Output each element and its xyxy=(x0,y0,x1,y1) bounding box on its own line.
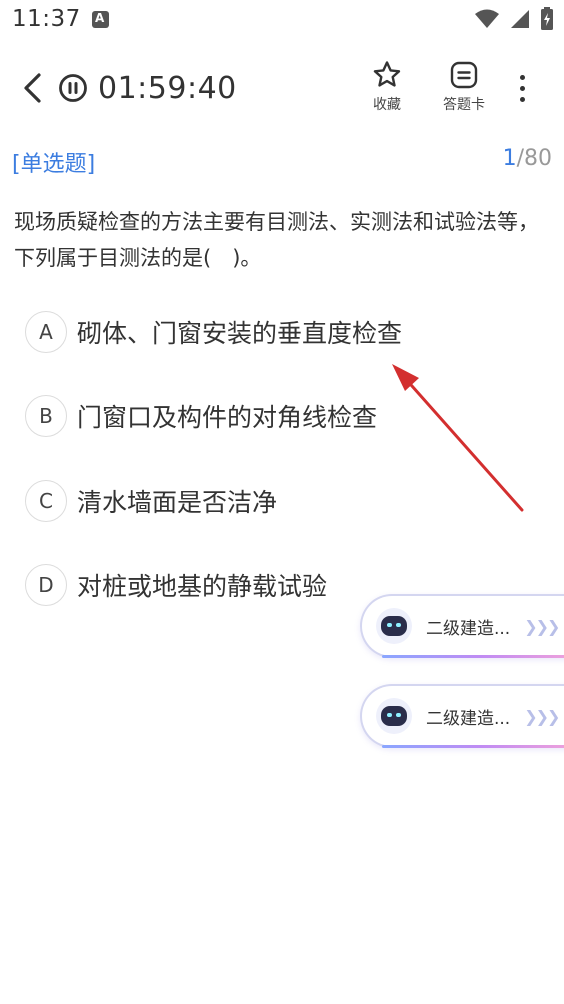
back-button[interactable] xyxy=(14,70,50,106)
option-b[interactable]: B 门窗口及构件的对角线检查 xyxy=(25,395,377,437)
chevrons-right-icon: ❯❯❯ xyxy=(524,706,560,726)
answer-card-icon xyxy=(450,61,478,89)
back-arrow-icon xyxy=(24,73,41,103)
total-count: /80 xyxy=(516,146,552,171)
assistant-pill[interactable]: 二级建造... ❯❯❯ xyxy=(360,684,564,748)
option-letter: D xyxy=(25,564,67,606)
robot-avatar-icon xyxy=(376,698,412,734)
exam-page: 11:37 A 01:59:40 收藏 答题卡 [单选题] 1/80 现场质疑检… xyxy=(0,0,564,1004)
battery-icon xyxy=(541,7,553,30)
answer-card-label: 答题卡 xyxy=(443,97,485,113)
option-text: 清水墙面是否洁净 xyxy=(77,488,278,517)
star-icon xyxy=(373,61,401,87)
assistant-pill-label: 二级建造... xyxy=(426,618,511,639)
option-letter: B xyxy=(25,395,67,437)
answer-card-button[interactable]: 答题卡 xyxy=(429,60,499,114)
pause-icon[interactable] xyxy=(58,73,88,103)
more-vertical-icon[interactable] xyxy=(508,70,536,106)
option-letter: A xyxy=(25,311,67,353)
option-c[interactable]: C 清水墙面是否洁净 xyxy=(25,480,277,522)
option-letter: C xyxy=(25,480,67,522)
cell-signal-icon xyxy=(511,10,529,28)
top-bar: 01:59:40 收藏 答题卡 xyxy=(0,52,564,132)
chevrons-right-icon: ❯❯❯ xyxy=(524,616,560,636)
option-text: 砌体、门窗安装的垂直度检查 xyxy=(77,319,403,348)
wifi-icon xyxy=(475,9,499,28)
option-text: 门窗口及构件的对角线检查 xyxy=(77,403,378,432)
status-bar: 11:37 xyxy=(0,0,564,40)
timer-text: 01:59:40 xyxy=(98,70,237,106)
option-d[interactable]: D 对桩或地基的静载试验 xyxy=(25,564,327,606)
status-time: 11:37 xyxy=(12,6,81,32)
question-stem: 现场质疑检查的方法主要有目测法、实测法和试验法等，下列属于目测法的是( )。 xyxy=(14,210,539,270)
question-index: 1/80 xyxy=(503,146,552,171)
question-type: [单选题] xyxy=(12,152,96,177)
timer: 01:59:40 xyxy=(58,70,237,106)
favorite-button[interactable]: 收藏 xyxy=(352,60,422,114)
favorite-label: 收藏 xyxy=(373,97,401,113)
current-index: 1 xyxy=(502,146,517,171)
option-text: 对桩或地基的静载试验 xyxy=(77,572,328,601)
app-notification-icon xyxy=(92,11,109,28)
robot-avatar-icon xyxy=(376,608,412,644)
status-icons xyxy=(474,7,554,31)
option-a[interactable]: A 砌体、门窗安装的垂直度检查 xyxy=(25,311,402,353)
assistant-pill[interactable]: 二级建造... ❯❯❯ xyxy=(360,594,564,658)
assistant-pill-label: 二级建造... xyxy=(426,708,511,729)
